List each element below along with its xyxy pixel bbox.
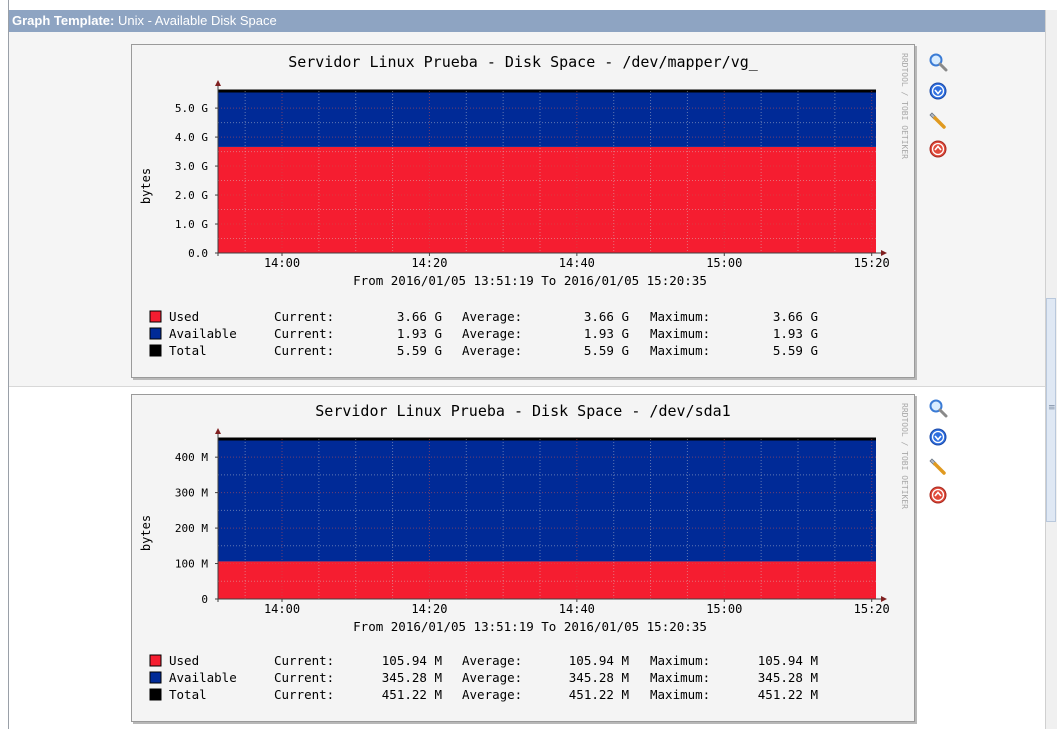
time-range-label: From 2016/01/05 13:51:19 To 2016/01/05 1… — [353, 273, 707, 288]
x-tick-label: 15:20 — [854, 602, 890, 616]
legend-swatch-available — [149, 671, 162, 684]
legend-name: Available — [169, 326, 237, 341]
chart-title: Servidor Linux Prueba - Disk Space - /de… — [315, 402, 730, 420]
x-tick-label: 14:00 — [264, 602, 300, 616]
y-tick-label: 400 M — [175, 451, 208, 464]
legend-cur-label: Current: — [274, 670, 334, 685]
y-tick-label: 0 — [201, 593, 208, 606]
y-tick-label: 3.0 G — [175, 160, 208, 173]
legend-avg: 105.94 M — [569, 653, 629, 668]
legend-max: 105.94 M — [758, 653, 818, 668]
x-tick-label: 15:20 — [854, 256, 890, 270]
properties-icon[interactable] — [928, 110, 948, 130]
x-tick-label: 14:20 — [411, 602, 447, 616]
disk-space-chart-2[interactable]: Servidor Linux Prueba - Disk Space - /de… — [132, 395, 914, 721]
scrollbar-grip-icon: ≡ — [1048, 403, 1056, 413]
available-area — [218, 439, 876, 562]
legend-max: 3.66 G — [773, 309, 818, 324]
used-area — [218, 561, 876, 599]
rrdtool-watermark: RRDTOOL / TOBI OETIKER — [900, 53, 909, 159]
legend-swatch-used — [149, 310, 162, 323]
legend-swatch-used — [149, 654, 162, 667]
y-axis-arrow — [215, 428, 221, 434]
y-axis-arrow — [215, 80, 221, 86]
y-axis-label: bytes — [139, 168, 153, 204]
y-tick-label: 5.0 G — [175, 102, 208, 115]
legend-max: 1.93 G — [773, 326, 818, 341]
legend-max-label: Maximum: — [650, 653, 710, 668]
legend-max-label: Maximum: — [650, 670, 710, 685]
legend-avg-label: Average: — [462, 687, 522, 702]
legend-cur: 3.66 G — [397, 309, 442, 324]
legend-cur-label: Current: — [274, 687, 334, 702]
legend-cur-label: Current: — [274, 343, 334, 358]
legend-cur: 105.94 M — [382, 653, 442, 668]
legend-swatch-available — [149, 327, 162, 340]
y-tick-label: 1.0 G — [175, 218, 208, 231]
disk-space-chart-1[interactable]: Servidor Linux Prueba - Disk Space - /de… — [132, 45, 914, 377]
legend-cur: 5.59 G — [397, 343, 442, 358]
y-tick-label: 0.0 — [188, 247, 208, 260]
x-tick-label: 15:00 — [706, 602, 742, 616]
legend-swatch-total — [149, 344, 162, 357]
x-tick-label: 15:00 — [706, 256, 742, 270]
y-tick-label: 4.0 G — [175, 131, 208, 144]
legend-max: 451.22 M — [758, 687, 818, 702]
legend-cur: 451.22 M — [382, 687, 442, 702]
y-tick-label: 2.0 G — [175, 189, 208, 202]
legend-max: 5.59 G — [773, 343, 818, 358]
legend-name: Used — [169, 309, 199, 324]
move-up-icon[interactable] — [928, 139, 948, 159]
zoom-icon[interactable] — [928, 52, 948, 72]
legend-name: Available — [169, 670, 237, 685]
legend-avg: 1.93 G — [584, 326, 629, 341]
available-area — [218, 91, 876, 147]
legend-avg: 3.66 G — [584, 309, 629, 324]
legend-avg: 451.22 M — [569, 687, 629, 702]
y-tick-label: 100 M — [175, 558, 208, 571]
move-up-icon[interactable] — [928, 485, 948, 505]
rrdtool-watermark: RRDTOOL / TOBI OETIKER — [900, 403, 909, 509]
graph-template-header: Graph Template: Unix - Available Disk Sp… — [9, 10, 1045, 32]
y-tick-label: 200 M — [175, 522, 208, 535]
y-axis-label: bytes — [139, 515, 153, 551]
legend-avg: 5.59 G — [584, 343, 629, 358]
legend-cur-label: Current: — [274, 309, 334, 324]
legend-max-label: Maximum: — [650, 326, 710, 341]
legend-avg: 345.28 M — [569, 670, 629, 685]
legend-max-label: Maximum: — [650, 343, 710, 358]
download-icon[interactable] — [928, 81, 948, 101]
legend-avg-label: Average: — [462, 326, 522, 341]
legend-avg-label: Average: — [462, 343, 522, 358]
graph-panel-2[interactable]: Servidor Linux Prueba - Disk Space - /de… — [131, 394, 915, 722]
legend-max-label: Maximum: — [650, 687, 710, 702]
x-tick-label: 14:00 — [264, 256, 300, 270]
download-icon[interactable] — [928, 427, 948, 447]
chart-title: Servidor Linux Prueba - Disk Space - /de… — [288, 53, 759, 71]
legend-cur-label: Current: — [274, 653, 334, 668]
legend-name: Used — [169, 653, 199, 668]
legend-name: Total — [169, 687, 207, 702]
legend-cur: 345.28 M — [382, 670, 442, 685]
legend-cur: 1.93 G — [397, 326, 442, 341]
legend-swatch-total — [149, 688, 162, 701]
x-tick-label: 14:20 — [411, 256, 447, 270]
x-tick-label: 14:40 — [559, 256, 595, 270]
legend-avg-label: Average: — [462, 653, 522, 668]
graph-panel-1[interactable]: Servidor Linux Prueba - Disk Space - /de… — [131, 44, 915, 378]
legend-max-label: Maximum: — [650, 309, 710, 324]
used-area — [218, 146, 876, 253]
x-tick-label: 14:40 — [559, 602, 595, 616]
properties-icon[interactable] — [928, 456, 948, 476]
zoom-icon[interactable] — [928, 398, 948, 418]
legend-avg-label: Average: — [462, 670, 522, 685]
time-range-label: From 2016/01/05 13:51:19 To 2016/01/05 1… — [353, 619, 707, 634]
legend-name: Total — [169, 343, 207, 358]
legend-cur-label: Current: — [274, 326, 334, 341]
legend-avg-label: Average: — [462, 309, 522, 324]
graph-template-label: Graph Template: — [12, 13, 115, 28]
y-tick-label: 300 M — [175, 487, 208, 500]
legend-max: 345.28 M — [758, 670, 818, 685]
graph-template-name: Unix - Available Disk Space — [117, 13, 277, 28]
